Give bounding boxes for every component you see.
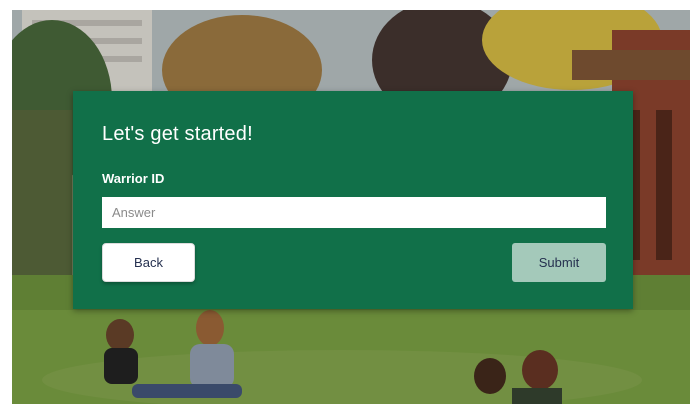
form-heading: Let's get started!	[102, 123, 253, 145]
submit-button[interactable]: Submit	[512, 243, 606, 282]
page-viewport: Let's get started! Warrior ID Back Submi…	[12, 10, 690, 404]
back-button[interactable]: Back	[102, 243, 195, 282]
login-form-card: Let's get started! Warrior ID Back Submi…	[73, 91, 633, 309]
warrior-id-input[interactable]	[102, 197, 606, 228]
warrior-id-label: Warrior ID	[102, 171, 165, 186]
